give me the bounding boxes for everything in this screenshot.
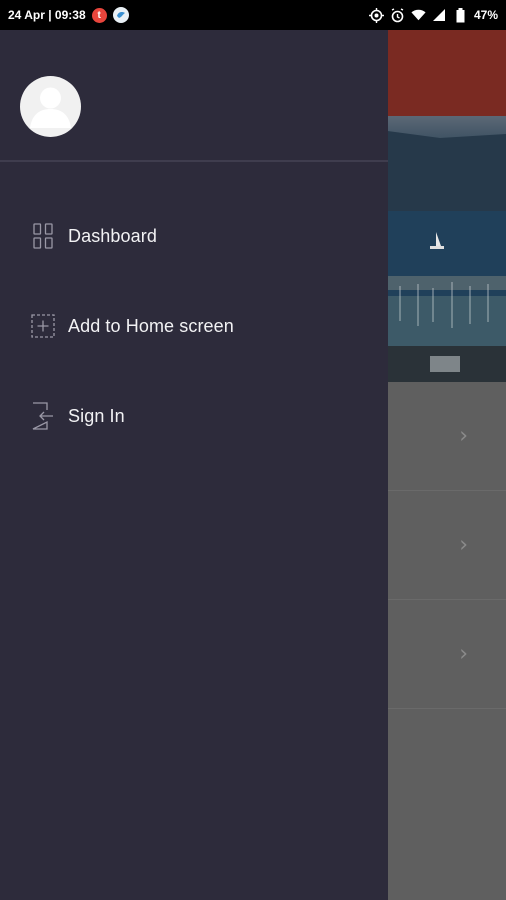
chevron-right-icon: › <box>459 423 468 449</box>
notification-bird-icon <box>112 7 129 23</box>
menu-item-add-to-home-screen[interactable]: Add to Home screen <box>0 281 388 371</box>
status-bar: 24 Apr | 09:38 t 47% <box>0 0 506 30</box>
menu-item-label: Dashboard <box>68 225 157 246</box>
alarm-icon <box>390 7 405 23</box>
notification-t-icon: t <box>91 7 107 23</box>
battery-icon <box>453 7 468 23</box>
screen: 24 Apr | 09:38 t 47% › › › Dashboard Add… <box>0 0 506 900</box>
drawer-menu: Dashboard Add to Home screen Sign In <box>0 162 388 461</box>
status-datetime: 24 Apr | 09:38 <box>8 8 86 22</box>
battery-percent: 47% <box>473 8 498 22</box>
status-left: 24 Apr | 09:38 t <box>8 7 129 23</box>
wifi-icon <box>411 8 426 23</box>
sign-in-icon <box>31 402 55 430</box>
status-right: 47% <box>368 7 498 23</box>
drawer-header <box>0 30 388 162</box>
signal-icon <box>432 8 447 23</box>
location-icon <box>368 7 384 23</box>
avatar[interactable] <box>20 76 81 137</box>
grid-icon <box>31 222 55 250</box>
chevron-right-icon: › <box>459 641 468 667</box>
menu-item-label: Sign In <box>68 405 125 426</box>
menu-item-sign-in[interactable]: Sign In <box>0 371 388 461</box>
menu-item-label: Add to Home screen <box>68 315 234 336</box>
navigation-drawer: Dashboard Add to Home screen Sign In <box>0 30 388 900</box>
add-box-icon <box>31 312 55 340</box>
chevron-right-icon: › <box>459 532 468 558</box>
notification-letter: t <box>97 9 101 21</box>
menu-item-dashboard[interactable]: Dashboard <box>0 191 388 281</box>
